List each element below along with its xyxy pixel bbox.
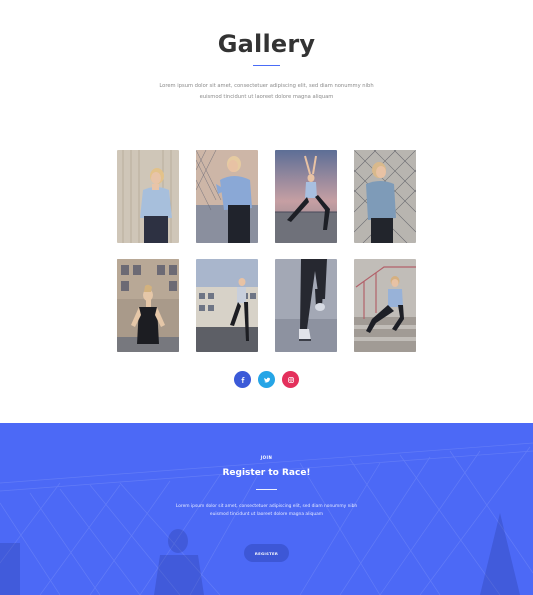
twitter-icon xyxy=(263,377,270,382)
instagram-button[interactable] xyxy=(282,371,299,388)
register-eyebrow: JOIN xyxy=(260,455,273,460)
register-description: Lorem ipsum dolor sit amet, consectetuer… xyxy=(175,504,358,517)
page: Gallery Lorem ipsum dolor sit amet, cons… xyxy=(0,0,533,595)
register-section: JOIN Register to Race! Lorem ipsum dolor… xyxy=(0,423,533,595)
gallery-divider xyxy=(253,65,280,66)
gallery-photo-5[interactable] xyxy=(117,259,179,352)
gallery-section: Gallery Lorem ipsum dolor sit amet, cons… xyxy=(0,0,533,423)
twitter-button[interactable] xyxy=(258,371,275,388)
register-button[interactable]: REGISTER xyxy=(244,544,289,562)
photo-woman-adjusting-hair-by-fence xyxy=(196,150,258,243)
photo-runner-legs-close-up xyxy=(275,259,337,352)
facebook-button[interactable] xyxy=(234,371,251,388)
gallery-description: Lorem ipsum dolor sit amet, consectetuer… xyxy=(159,83,374,100)
photo-woman-posing-by-building xyxy=(117,259,179,352)
register-title: Register to Race! xyxy=(222,468,311,478)
photo-woman-lunging-on-rooftop xyxy=(275,150,337,243)
facebook-icon xyxy=(241,376,244,383)
register-divider xyxy=(256,489,277,490)
gallery-photo-7[interactable] xyxy=(275,259,337,352)
gallery-title: Gallery xyxy=(217,30,316,58)
photo-woman-leaning-on-fence xyxy=(354,150,416,243)
gallery-photo-6[interactable] xyxy=(196,259,258,352)
photo-woman-stretching-in-parking-lot xyxy=(196,259,258,352)
gallery-photo-3[interactable] xyxy=(275,150,337,243)
gallery-photo-8[interactable] xyxy=(354,259,416,352)
photo-woman-by-wooden-wall xyxy=(117,150,179,243)
instagram-icon xyxy=(287,376,294,383)
gallery-photo-2[interactable] xyxy=(196,150,258,243)
gallery-photo-4[interactable] xyxy=(354,150,416,243)
photo-woman-sitting-on-stairs xyxy=(354,259,416,352)
gallery-photo-1[interactable] xyxy=(117,150,179,243)
